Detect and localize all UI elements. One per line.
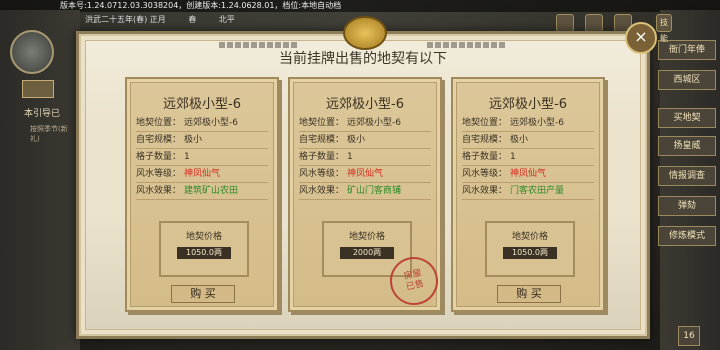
grid-label: 格子数量： [136,152,182,162]
deed-card: 远郊极小型-6 地契位置： 远郊极小型-6 自宅规模： 极小 格子数量： 1 风水等级… [125,77,279,312]
deed-card: 远郊极小型-6 地契位置： 远郊极小型-6 自宅规模： 极小 格子数量： 1 风水等级… [288,77,443,312]
location-row: 地契位置： 远郊极小型-6 [299,115,431,132]
menu-impeach[interactable]: 弹劾 [658,196,716,216]
city-label: 北平 [218,15,235,24]
location-row: 地契位置： 远郊极小型-6 [136,115,268,132]
menu-buy-deed[interactable]: 买地契 [658,108,716,128]
fengshui-level-value: 神凤仙气 [184,169,221,179]
scale-row: 自宅规模： 极小 [299,132,431,149]
grid-value: 1 [347,152,353,162]
price-label: 地契价格 [348,232,385,242]
fengshui-level-label: 风水等级： [462,169,508,179]
grid-label: 格子数量： [462,152,508,162]
grid-value: 1 [184,152,190,162]
right-panel: 衙门年俸 西城区 买地契 扬皇威 情报调查 弹劾 修炼模式 16 [658,10,720,350]
scale-label: 自宅规模： [299,135,345,145]
season-label: 春 [188,15,197,24]
settings-icon[interactable] [556,14,574,32]
location-label: 地契位置： [299,118,345,128]
location-value: 远郊极小型-6 [184,118,238,128]
price-box: 地契价格 1050.0两 [485,221,575,277]
guide-text: 本引导已 [24,109,61,119]
grid-label: 格子数量： [299,152,345,162]
guide-subtext: 按照季节(新礼) [30,125,68,143]
scale-label: 自宅规模： [462,135,508,145]
location-label: 地契位置： [136,118,182,128]
price-label: 地契价格 [185,232,222,242]
price-value: 1050.0两 [177,247,231,259]
status-bar: 版本号:1.24.0712.03.3038204，创建版本:1.24.0628.… [0,0,720,12]
fengshui-effect-label: 风水效果： [136,186,182,196]
fengshui-effect-row: 风水效果： 门客农田产量 [462,183,594,200]
land-deed-dialog: × 当前挂牌出售的地契有以下 远郊极小型-6 地契位置： 远郊极小型-6 自宅规模… [76,16,657,339]
location-value: 远郊极小型-6 [347,118,401,128]
scale-value: 极小 [347,135,366,145]
menu-training[interactable]: 修炼模式 [658,226,716,246]
price-value: 1050.0两 [503,247,557,259]
fengshui-level-label: 风水等级： [299,169,345,179]
fengshui-level-row: 风水等级： 神凤仙气 [462,166,594,183]
scale-value: 极小 [510,135,529,145]
fengshui-effect-row: 风水效果： 建筑矿山农田 [136,183,268,200]
price-label: 地契价格 [511,232,548,242]
fengshui-effect-row: 风水效果： 矿山门客商铺 [299,183,431,200]
dialog-title: 当前挂牌出售的地契有以下 [279,51,447,67]
bottom-counter: 16 [678,326,700,346]
menu-west-district[interactable]: 西城区 [658,70,716,90]
price-box: 地契价格 1050.0两 [159,221,249,277]
version-text: 版本号:1.24.0712.03.3038204，创建版本:1.24.0628.… [60,1,342,10]
fengshui-level-value: 神凤仙气 [347,169,384,179]
left-chip[interactable] [22,80,54,98]
price-value: 2000两 [340,247,394,259]
fengshui-level-value: 神凤仙气 [510,169,547,179]
fengshui-effect-value: 建筑矿山农田 [184,186,239,196]
sold-stamp-line2: 已售 [405,279,425,293]
left-panel: 本引导已 按照季节(新礼) [0,10,80,350]
grid-row: 格子数量： 1 [299,149,431,166]
grid-row: 格子数量： 1 [136,149,268,166]
card-title: 远郊极小型-6 [163,97,241,112]
fengshui-level-row: 风水等级： 神凤仙气 [299,166,431,183]
date-strip: 洪武二十五年(春) 正月 春 北平 [85,14,285,26]
location-row: 地契位置： 远郊极小型-6 [462,115,594,132]
scale-value: 极小 [184,135,203,145]
scale-row: 自宅规模： 极小 [462,132,594,149]
buy-button[interactable]: 购 买 [171,285,235,303]
fengshui-effect-value: 矿山门客商铺 [347,186,402,196]
seal-icon [343,16,387,50]
skill-button[interactable]: 技能 [656,14,672,43]
card-title: 远郊极小型-6 [326,97,404,112]
scale-label: 自宅规模： [136,135,182,145]
bag-icon[interactable] [585,14,604,32]
deed-card: 远郊极小型-6 地契位置： 远郊极小型-6 自宅规模： 极小 格子数量： 1 风水等级… [451,77,605,312]
fengshui-effect-label: 风水效果： [299,186,345,196]
avatar[interactable] [10,30,54,74]
fengshui-effect-value: 门客农田产量 [510,186,565,196]
scale-row: 自宅规模： 极小 [136,132,268,149]
buy-button[interactable]: 购 买 [497,285,561,303]
date-label: 洪武二十五年(春) 正月 [85,15,166,24]
fengshui-level-row: 风水等级： 神凤仙气 [136,166,268,183]
location-value: 远郊极小型-6 [510,118,564,128]
grid-row: 格子数量： 1 [462,149,594,166]
location-label: 地契位置： [462,118,508,128]
card-title: 远郊极小型-6 [489,97,567,112]
fengshui-effect-label: 风水效果： [462,186,508,196]
menu-imperial[interactable]: 扬皇威 [658,136,716,156]
menu-intel[interactable]: 情报调查 [658,166,716,186]
fengshui-level-label: 风水等级： [136,169,182,179]
grid-value: 1 [510,152,516,162]
